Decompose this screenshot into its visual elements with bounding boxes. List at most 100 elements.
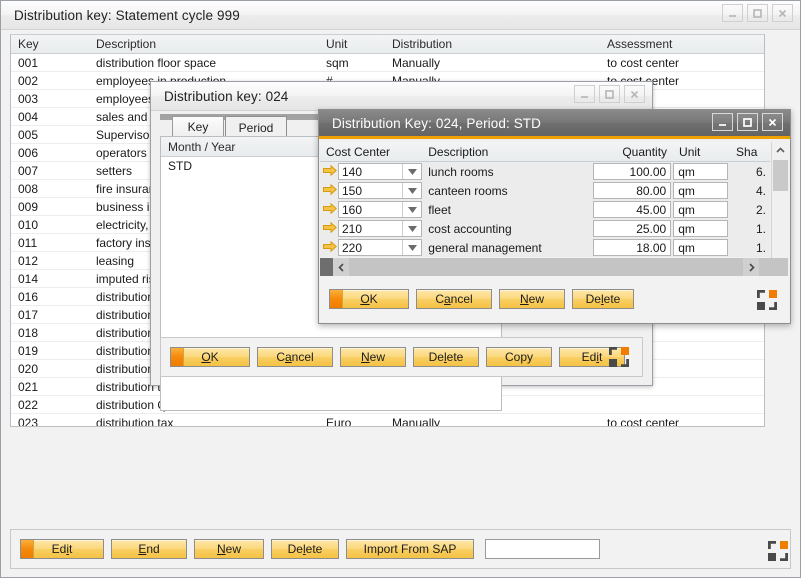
app-logo	[609, 347, 629, 367]
cancel-button[interactable]: Cancel	[257, 347, 333, 367]
chevron-down-icon[interactable]	[402, 183, 421, 198]
chevron-down-icon[interactable]	[402, 240, 421, 255]
scroll-up-icon[interactable]	[772, 142, 789, 159]
vertical-scrollbar[interactable]	[771, 142, 789, 276]
table-row[interactable]: 220general management18.00qm1.	[320, 238, 770, 257]
unit-input[interactable]: qm	[673, 182, 728, 199]
table-row[interactable]: 160fleet45.00qm2.	[320, 200, 770, 219]
cell-key: 009	[11, 200, 89, 214]
delete-button[interactable]: Delete	[413, 347, 479, 367]
cost-center-select[interactable]: 160	[338, 201, 422, 218]
cost-center-select[interactable]: 140	[338, 163, 422, 180]
copy-button[interactable]: Copy	[486, 347, 552, 367]
cell-unit[interactable]: qm	[673, 201, 730, 218]
table-row[interactable]: 001distribution floor spacesqmManuallyto…	[11, 54, 764, 72]
cell-quantity[interactable]: 80.00	[593, 182, 673, 199]
quantity-input[interactable]: 45.00	[593, 201, 671, 218]
main-titlebar: Distribution key: Statement cycle 999	[1, 1, 800, 30]
quantity-input[interactable]: 100.00	[593, 163, 671, 180]
horizontal-scrollbar[interactable]	[320, 258, 788, 276]
key-dialog-window-controls	[574, 85, 645, 103]
cost-center-select[interactable]: 210	[338, 220, 422, 237]
button-label: Delete	[288, 542, 323, 556]
delete-button[interactable]: Delete	[572, 289, 634, 309]
unit-input[interactable]: qm	[673, 163, 728, 180]
cost-center-select[interactable]: 150	[338, 182, 422, 199]
end-button[interactable]: End	[111, 539, 187, 559]
app-logo	[757, 290, 777, 310]
new-button[interactable]: New	[499, 289, 565, 309]
chevron-down-icon[interactable]	[402, 202, 421, 217]
cell-distribution: Manually	[385, 416, 600, 428]
scroll-left-icon[interactable]	[333, 258, 349, 276]
cell-quantity[interactable]: 25.00	[593, 220, 673, 237]
cell-share: 4.	[730, 184, 770, 198]
cell-description: lunch rooms	[422, 165, 593, 179]
key-dialog-buttons: OKCancelNewDeleteCopyEdit	[170, 347, 632, 367]
table-row[interactable]: 210cost accounting25.00qm1.	[320, 219, 770, 238]
close-icon[interactable]	[762, 113, 783, 131]
new-button[interactable]: New	[340, 347, 406, 367]
maximize-icon[interactable]	[737, 113, 758, 131]
cell-cost-center[interactable]: 220	[320, 239, 422, 256]
column-header-cost-center: Cost Center	[320, 145, 422, 159]
import-from-sap-button[interactable]: Import From SAP	[346, 539, 474, 559]
cell-cost-center[interactable]: 160	[320, 201, 422, 218]
cell-key: 020	[11, 362, 89, 376]
cell-share: 1.	[730, 241, 770, 255]
cost-center-table[interactable]: Cost Center Description Quantity Unit Sh…	[320, 142, 770, 257]
cancel-button[interactable]: Cancel	[416, 289, 492, 309]
cell-cost-center[interactable]: 140	[320, 163, 422, 180]
cell-share: 6.	[730, 165, 770, 179]
cell-description: distribution floor space	[89, 56, 319, 70]
cell-cost-center[interactable]: 150	[320, 182, 422, 199]
ok-button[interactable]: OK	[170, 347, 250, 367]
quantity-input[interactable]: 18.00	[593, 239, 671, 256]
cell-quantity[interactable]: 45.00	[593, 201, 673, 218]
cell-quantity[interactable]: 100.00	[593, 163, 673, 180]
cell-quantity[interactable]: 18.00	[593, 239, 673, 256]
main-window-controls	[722, 4, 793, 22]
maximize-icon[interactable]	[747, 4, 768, 22]
tab-key[interactable]: Key	[172, 116, 224, 137]
edit-button[interactable]: Edit	[20, 539, 104, 559]
table-row[interactable]: 023distribution taxEuroManuallyto cost c…	[11, 414, 764, 427]
table-row[interactable]: 150canteen rooms80.00qm4.	[320, 181, 770, 200]
toolbar-text-input[interactable]	[485, 539, 600, 559]
vertical-scroll-thumb[interactable]	[773, 160, 788, 191]
unit-input[interactable]: qm	[673, 239, 728, 256]
horizontal-scroll-track[interactable]	[349, 258, 743, 276]
chevron-down-icon[interactable]	[402, 164, 421, 179]
unit-input[interactable]: qm	[673, 201, 728, 218]
minimize-icon[interactable]	[712, 113, 733, 131]
row-arrow-icon	[323, 241, 338, 255]
unit-input[interactable]: qm	[673, 220, 728, 237]
cell-unit[interactable]: qm	[673, 239, 730, 256]
cell-unit[interactable]: qm	[673, 220, 730, 237]
scroll-right-icon[interactable]	[743, 258, 759, 276]
chevron-down-icon[interactable]	[402, 221, 421, 236]
cell-unit[interactable]: qm	[673, 163, 730, 180]
minimize-icon[interactable]	[722, 4, 743, 22]
main-window-title: Distribution key: Statement cycle 999	[1, 8, 240, 23]
close-icon[interactable]	[772, 4, 793, 22]
close-icon[interactable]	[624, 85, 645, 103]
scrollbar-pad	[759, 258, 788, 276]
maximize-icon[interactable]	[599, 85, 620, 103]
button-label: End	[138, 542, 159, 556]
cell-cost-center[interactable]: 210	[320, 220, 422, 237]
column-header-share: Sha	[730, 145, 770, 159]
new-button[interactable]: New	[194, 539, 264, 559]
delete-button[interactable]: Delete	[271, 539, 339, 559]
ok-button[interactable]: OK	[329, 289, 409, 309]
table-row[interactable]: 140lunch rooms100.00qm6.	[320, 162, 770, 181]
cell-description: canteen rooms	[422, 184, 593, 198]
cost-center-select[interactable]: 220	[338, 239, 422, 256]
minimize-icon[interactable]	[574, 85, 595, 103]
quantity-input[interactable]: 25.00	[593, 220, 671, 237]
button-label: Delete	[429, 350, 464, 364]
cell-unit[interactable]: qm	[673, 182, 730, 199]
quantity-input[interactable]: 80.00	[593, 182, 671, 199]
period-dialog-buttons: OK Cancel New Delete	[329, 289, 641, 309]
app-logo	[768, 541, 788, 561]
